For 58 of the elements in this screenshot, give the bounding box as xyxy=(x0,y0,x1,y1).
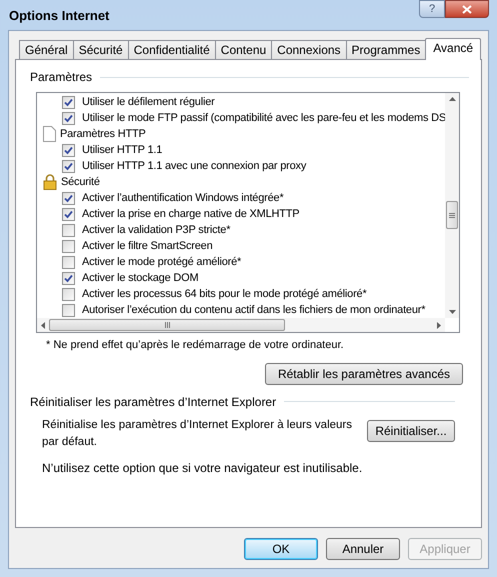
page-icon xyxy=(43,126,56,142)
setting-label: Autoriser l’exécution du contenu actif dans les fichiers de mon ordinateur* xyxy=(82,302,426,318)
checkbox[interactable] xyxy=(62,272,75,284)
tab[interactable]: Confidentialité xyxy=(128,40,216,59)
checkbox[interactable] xyxy=(62,192,75,204)
setting-group-label: Sécurité xyxy=(61,174,100,190)
restore-defaults-button[interactable]: Rétablir les paramètres avancés xyxy=(265,362,463,384)
setting-label: Utiliser le défilement régulier xyxy=(82,94,215,110)
tab[interactable]: Sécurité xyxy=(72,40,129,59)
dialog-button[interactable]: Annuler xyxy=(326,538,400,560)
scroll-left-icon xyxy=(41,322,45,328)
setting-label: Activer le filtre SmartScreen xyxy=(82,238,213,254)
group-title: Réinitialiser les paramètres d’Internet Explorer xyxy=(30,394,276,410)
lock-icon xyxy=(43,174,57,190)
checkbox[interactable] xyxy=(62,144,75,156)
scroll-thumb[interactable] xyxy=(49,319,285,331)
close-button[interactable] xyxy=(445,0,489,18)
tab[interactable]: Programmes xyxy=(346,40,426,59)
checkbox[interactable] xyxy=(62,288,75,300)
setting-group-label: Paramètres HTTP xyxy=(60,126,146,142)
window-title: Options Internet xyxy=(8,7,110,26)
vertical-scrollbar[interactable] xyxy=(445,93,459,318)
horizontal-scrollbar[interactable] xyxy=(37,318,445,332)
checkbox[interactable] xyxy=(62,160,75,172)
setting-label: Activer la prise en charge native de XMLHTTP xyxy=(82,206,300,222)
tab[interactable]: Général xyxy=(19,40,74,59)
scroll-thumb[interactable] xyxy=(446,201,458,229)
group-title: Paramètres xyxy=(30,69,92,86)
scroll-down-icon xyxy=(448,310,456,314)
reset-note: N’utilisez cette option que si votre navigateur est inutilisable. xyxy=(41,460,364,477)
dialog-button[interactable]: OK xyxy=(244,538,318,560)
checkbox[interactable] xyxy=(62,112,75,124)
setting-label: Activer l’authentification Windows intégrée* xyxy=(82,190,284,206)
setting-label: Activer les processus 64 bits pour le mode protégé amélioré* xyxy=(82,286,367,302)
checkbox[interactable] xyxy=(62,224,75,236)
close-icon xyxy=(462,4,472,14)
setting-label: Activer la validation P3P stricte* xyxy=(82,222,230,238)
checkbox[interactable] xyxy=(62,304,75,316)
setting-label: Utiliser HTTP 1.1 avec une connexion par proxy xyxy=(82,158,306,174)
setting-label: Utiliser HTTP 1.1 xyxy=(82,142,162,158)
scroll-right-icon xyxy=(437,322,441,328)
scroll-up-icon xyxy=(448,97,456,101)
grip-icon xyxy=(164,322,170,328)
help-button[interactable]: ? xyxy=(419,0,445,18)
tab[interactable]: Contenu xyxy=(214,40,272,59)
grip-icon xyxy=(449,212,455,218)
checkbox[interactable] xyxy=(62,256,75,268)
checkbox[interactable] xyxy=(62,208,75,220)
footnote: * Ne prend effet qu’après le redémarrage de votre ordinateur. xyxy=(46,338,345,353)
setting-label: Activer le mode protégé amélioré* xyxy=(82,254,242,270)
reset-description: Réinitialise les paramètres d’Internet Explorer à leurs valeurs par défaut. xyxy=(42,418,354,450)
checkbox[interactable] xyxy=(62,240,75,252)
checkbox[interactable] xyxy=(62,96,75,108)
checkmark-icon xyxy=(64,274,73,282)
setting-label: Activer le stockage DOM xyxy=(82,270,198,286)
reset-button[interactable]: Réinitialiser... xyxy=(367,420,455,442)
tab[interactable]: Avancé xyxy=(425,38,482,60)
tab[interactable]: Connexions xyxy=(271,40,347,59)
